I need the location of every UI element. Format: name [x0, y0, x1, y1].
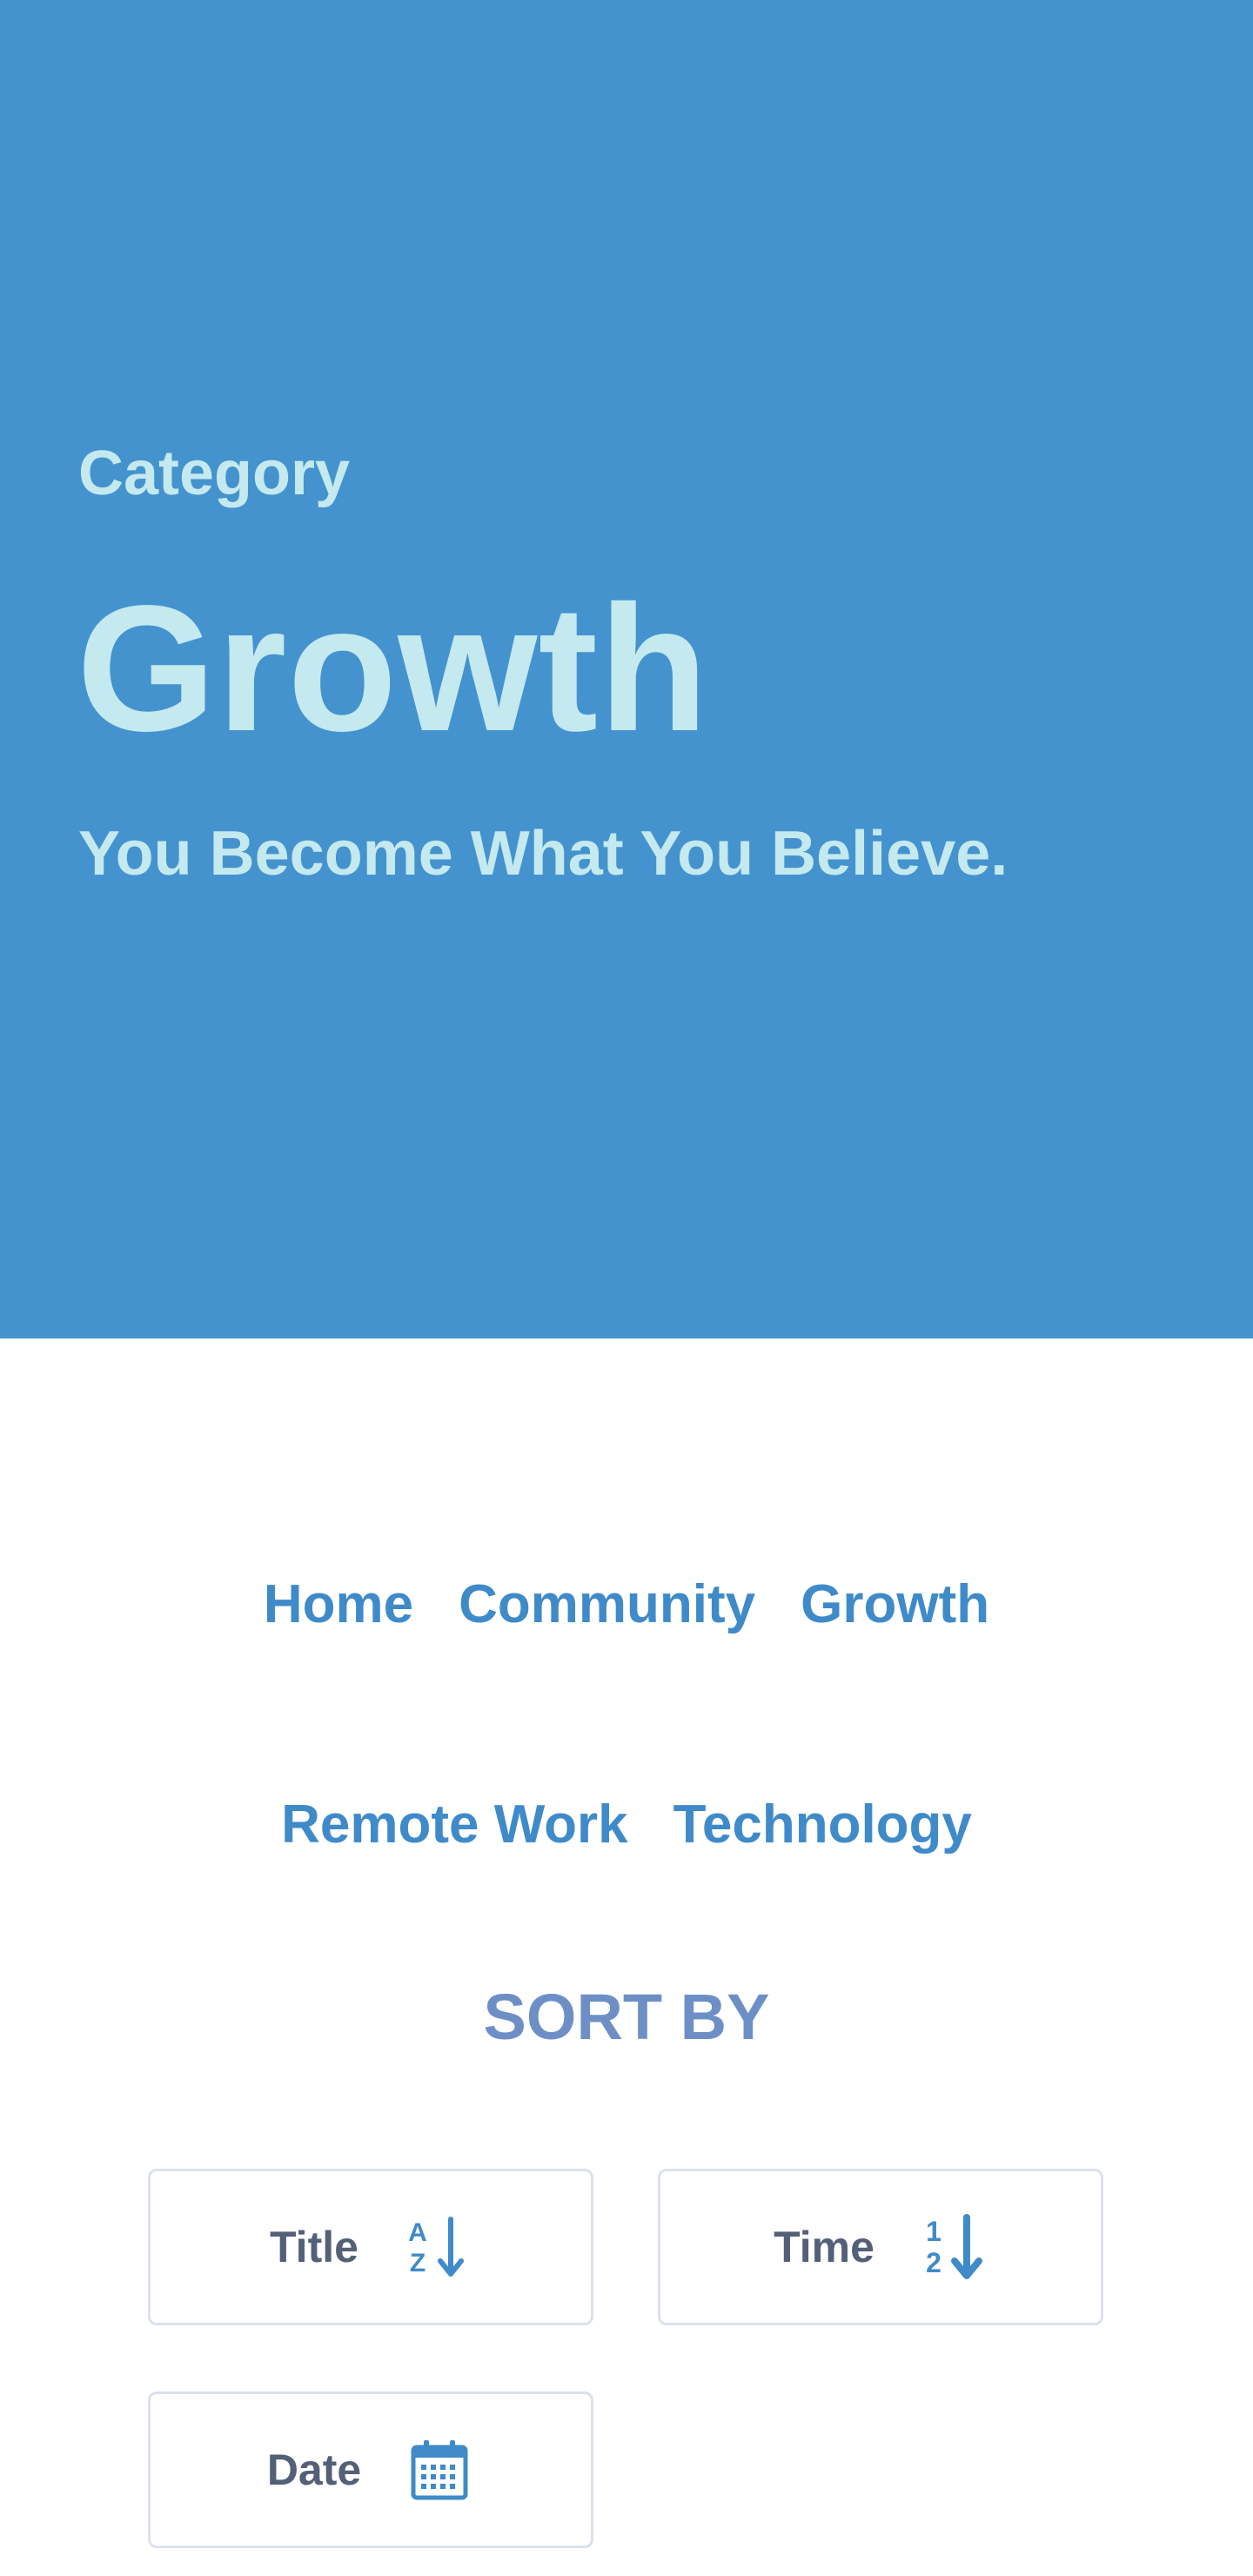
sort-by-time-button[interactable]: Time 1 2: [658, 2169, 1103, 2325]
svg-text:Z: Z: [410, 2249, 425, 2277]
category-eyebrow: Category: [78, 439, 351, 508]
sort-button-label: Title: [270, 2223, 358, 2271]
category-subtitle: You Become What You Believe.: [78, 819, 1008, 889]
sort-button-label: Time: [774, 2223, 874, 2271]
svg-text:1: 1: [926, 2216, 941, 2247]
svg-text:2: 2: [926, 2247, 941, 2278]
svg-text:A: A: [408, 2218, 427, 2247]
sort-alpha-down-icon: A Z: [402, 2212, 472, 2282]
nav-link-home[interactable]: Home: [264, 1574, 413, 1634]
sort-by-title-button[interactable]: Title A Z: [148, 2169, 593, 2325]
sort-by-date-button[interactable]: Date: [148, 2392, 593, 2548]
nav-link-technology[interactable]: Technology: [673, 1794, 972, 1855]
sort-numeric-down-icon: 1 2: [918, 2212, 988, 2282]
category-title: Growth: [77, 568, 709, 768]
nav-link-growth[interactable]: Growth: [801, 1574, 989, 1634]
nav-link-community[interactable]: Community: [459, 1574, 755, 1634]
sort-button-label: Date: [266, 2445, 362, 2494]
sort-by-heading: SORT BY: [483, 1981, 770, 2053]
category-nav-row-2: Remote Work Technology: [0, 1794, 1253, 1855]
category-nav-row-1: Home Community Growth: [0, 1574, 1253, 1634]
category-hero: Category Growth You Become What You Beli…: [0, 0, 1253, 1338]
calendar-icon: [405, 2435, 474, 2505]
nav-link-remote-work[interactable]: Remote Work: [281, 1794, 628, 1855]
